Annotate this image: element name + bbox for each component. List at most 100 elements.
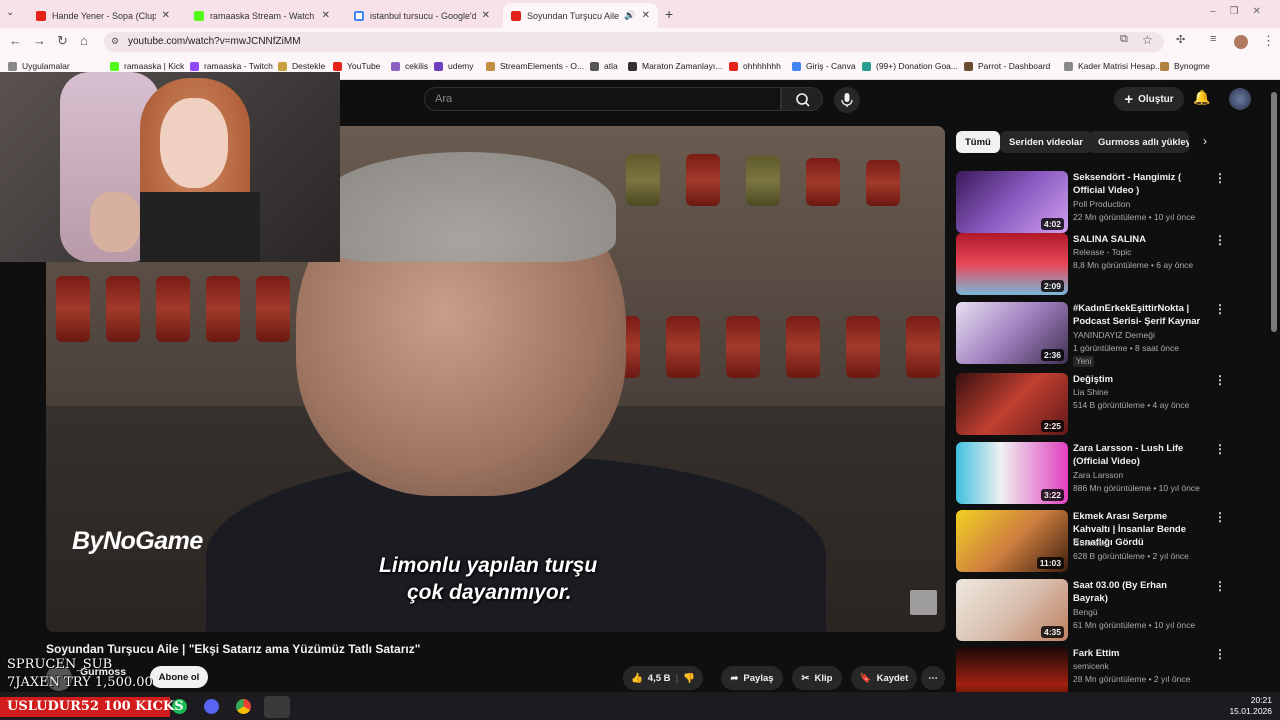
more-options-icon[interactable]: ⋮	[1214, 579, 1226, 593]
search-input[interactable]: Ara	[424, 87, 781, 111]
related-video-title[interactable]: Fark Ettim	[1073, 647, 1203, 660]
close-icon[interactable]: ✕	[482, 10, 490, 21]
tab-search-icon[interactable]: ⌄	[6, 7, 14, 18]
related-video-title[interactable]: SALINA SALINA	[1073, 233, 1203, 246]
url-text[interactable]: youtube.com/watch?v=mwJCNNfZiMM	[128, 36, 301, 47]
related-video-item[interactable]: 2:25 Değiştim Lia Shine 514 B görüntüleme •…	[956, 373, 1266, 437]
related-video-item[interactable]: 4:02 Seksendört - Hangimiz ( Official Vid…	[956, 171, 1266, 235]
related-video-item[interactable]: 3:22 Zara Larsson - Lush Life (Official V…	[956, 442, 1266, 506]
forward-icon[interactable]: →	[33, 33, 46, 48]
related-channel-name[interactable]: Gurmoss	[1073, 538, 1107, 548]
like-button[interactable]: 👍 4,5 B | 👎	[623, 666, 703, 690]
close-icon[interactable]: ✕	[162, 10, 170, 21]
related-video-title[interactable]: Seksendört - Hangimiz ( Official Video )	[1073, 171, 1203, 197]
new-tab-button[interactable]: +	[665, 6, 673, 22]
more-options-icon[interactable]: ⋮	[1214, 442, 1226, 456]
video-thumbnail[interactable]: 2:09	[956, 233, 1068, 295]
save-button[interactable]: 🔖 Kaydet	[851, 666, 917, 690]
window-controls[interactable]: –❐✕	[1210, 6, 1275, 17]
browser-tab-active[interactable]: Soyundan Turşucu Aile | "Ek 🔊 ✕	[503, 3, 658, 28]
reload-icon[interactable]: ↻	[57, 33, 68, 49]
speaker-icon[interactable]: 🔊	[624, 10, 635, 21]
voice-search-button[interactable]	[834, 87, 860, 113]
related-video-item[interactable]: 4:35 Saat 03.00 (By Erhan Bayrak) Bengü 61 …	[956, 579, 1266, 643]
bookmark-item[interactable]: Destekle	[278, 61, 325, 71]
account-avatar[interactable]	[1229, 88, 1251, 110]
browser-tab[interactable]: Hande Yener - Sopa (Clup Rem ✕	[28, 3, 178, 28]
thumbs-down-icon[interactable]: 👎	[683, 673, 695, 684]
media-icon[interactable]: ≡	[1210, 33, 1216, 45]
related-channel-name[interactable]: Lia Shine	[1073, 387, 1108, 397]
related-channel-name[interactable]: semicenk	[1073, 661, 1109, 671]
chrome-icon[interactable]	[236, 699, 251, 714]
video-thumbnail[interactable]: 2:36	[956, 302, 1068, 364]
bookmark-item[interactable]: cekilis	[391, 61, 428, 71]
video-thumbnail[interactable]: 2:25	[956, 373, 1068, 435]
related-channel-name[interactable]: Release - Topic	[1073, 247, 1131, 257]
chip-uploader[interactable]: Gurmoss adlı yükleyic	[1089, 131, 1189, 153]
more-actions-button[interactable]: ⋯	[921, 666, 945, 690]
bookmark-item[interactable]: StreamElements - O...	[486, 61, 584, 71]
bookmark-item[interactable]: YouTube	[333, 61, 380, 71]
more-options-icon[interactable]: ⋮	[1214, 510, 1226, 524]
more-options-icon[interactable]: ⋮	[1214, 171, 1226, 185]
channel-watermark[interactable]	[910, 590, 937, 615]
related-video-item[interactable]: 2:09 SALINA SALINA Release - Topic 8,8 Mn g…	[956, 233, 1266, 297]
bookmark-item[interactable]: Kader Matrisi Hesap...	[1064, 61, 1162, 71]
chevron-right-icon[interactable]: ›	[1203, 134, 1207, 148]
bookmark-item[interactable]: Maraton Zamanlayı...	[628, 61, 722, 71]
video-thumbnail[interactable]: 3:22	[956, 442, 1068, 504]
install-icon[interactable]: ⧉	[1120, 33, 1128, 46]
site-info-icon[interactable]: ⚙	[111, 36, 119, 47]
bookmark-item[interactable]: ramaaska | Kick	[110, 61, 184, 71]
chip-all[interactable]: Tümü	[956, 131, 1000, 153]
search-button[interactable]	[781, 87, 823, 111]
profile-avatar[interactable]	[1234, 35, 1248, 49]
close-icon[interactable]: ✕	[642, 10, 650, 21]
share-button[interactable]: ➦ Paylaş	[721, 666, 783, 690]
notifications-bell-icon[interactable]: 🔔	[1193, 89, 1210, 106]
bookmark-item[interactable]: Parrot - Dashboard	[964, 61, 1050, 71]
bookmark-item[interactable]: atla	[590, 61, 618, 71]
related-channel-name[interactable]: Poll Production	[1073, 199, 1130, 209]
bookmark-item[interactable]: (99+) Donation Goa...	[862, 61, 958, 71]
related-video-item[interactable]: 2:36 #KadınErkekEşittirNokta | Podcast Se…	[956, 302, 1266, 367]
video-thumbnail[interactable]: 4:02	[956, 171, 1068, 233]
extensions-icon[interactable]: ✣	[1176, 33, 1185, 46]
more-options-icon[interactable]: ⋮	[1214, 373, 1226, 387]
related-video-title[interactable]: #KadınErkekEşittirNokta | Podcast Serisi…	[1073, 302, 1203, 328]
related-video-title[interactable]: Değiştim	[1073, 373, 1203, 386]
create-button[interactable]: + Oluştur	[1114, 87, 1184, 111]
obs-icon[interactable]	[264, 696, 290, 718]
menu-dots-icon[interactable]: ⋮	[1262, 33, 1275, 49]
bookmark-item[interactable]: ramaaska - Twitch	[190, 61, 273, 71]
related-channel-name[interactable]: YANINDAYIZ Derneği	[1073, 330, 1155, 340]
video-thumbnail[interactable]: 11:03	[956, 510, 1068, 572]
related-channel-name[interactable]: Zara Larsson	[1073, 470, 1123, 480]
home-icon[interactable]: ⌂	[80, 33, 88, 48]
more-options-icon[interactable]: ⋮	[1214, 302, 1226, 316]
bookmark-item[interactable]: Giriş - Canva	[792, 61, 856, 71]
chip-series[interactable]: Seriden videolar	[1000, 131, 1092, 153]
related-channel-name[interactable]: Bengü	[1073, 607, 1098, 617]
clip-button[interactable]: ✂ Klip	[792, 666, 842, 690]
scrollbar[interactable]	[1271, 92, 1277, 332]
video-thumbnail[interactable]: 4:35	[956, 579, 1068, 641]
subscribe-button[interactable]: Abone ol	[150, 666, 208, 688]
bookmark-item[interactable]: Uygulamalar	[8, 61, 70, 71]
close-icon[interactable]: ✕	[322, 10, 330, 21]
discord-icon[interactable]	[204, 699, 219, 714]
bookmark-item[interactable]: Bynogme	[1160, 61, 1210, 71]
related-video-title[interactable]: Saat 03.00 (By Erhan Bayrak)	[1073, 579, 1203, 605]
related-video-title[interactable]: Zara Larsson - Lush Life (Official Video…	[1073, 442, 1203, 468]
bookmark-item[interactable]: udemy	[434, 61, 474, 71]
browser-tab[interactable]: istanbul tursucu - Google'da A ✕	[346, 3, 498, 28]
more-options-icon[interactable]: ⋮	[1214, 647, 1226, 661]
more-options-icon[interactable]: ⋮	[1214, 233, 1226, 247]
browser-tab[interactable]: ramaaska Stream - Watch Live ✕	[186, 3, 338, 28]
tab-title: ramaaska Stream - Watch Live	[210, 10, 316, 21]
bookmark-star-icon[interactable]: ☆	[1142, 33, 1153, 47]
related-video-item[interactable]: 11:03 Ekmek Arası Serpme Kahvaltı | İnsan…	[956, 510, 1266, 574]
back-icon[interactable]: ←	[9, 33, 22, 48]
bookmark-item[interactable]: ohhhhhhh	[729, 61, 781, 71]
